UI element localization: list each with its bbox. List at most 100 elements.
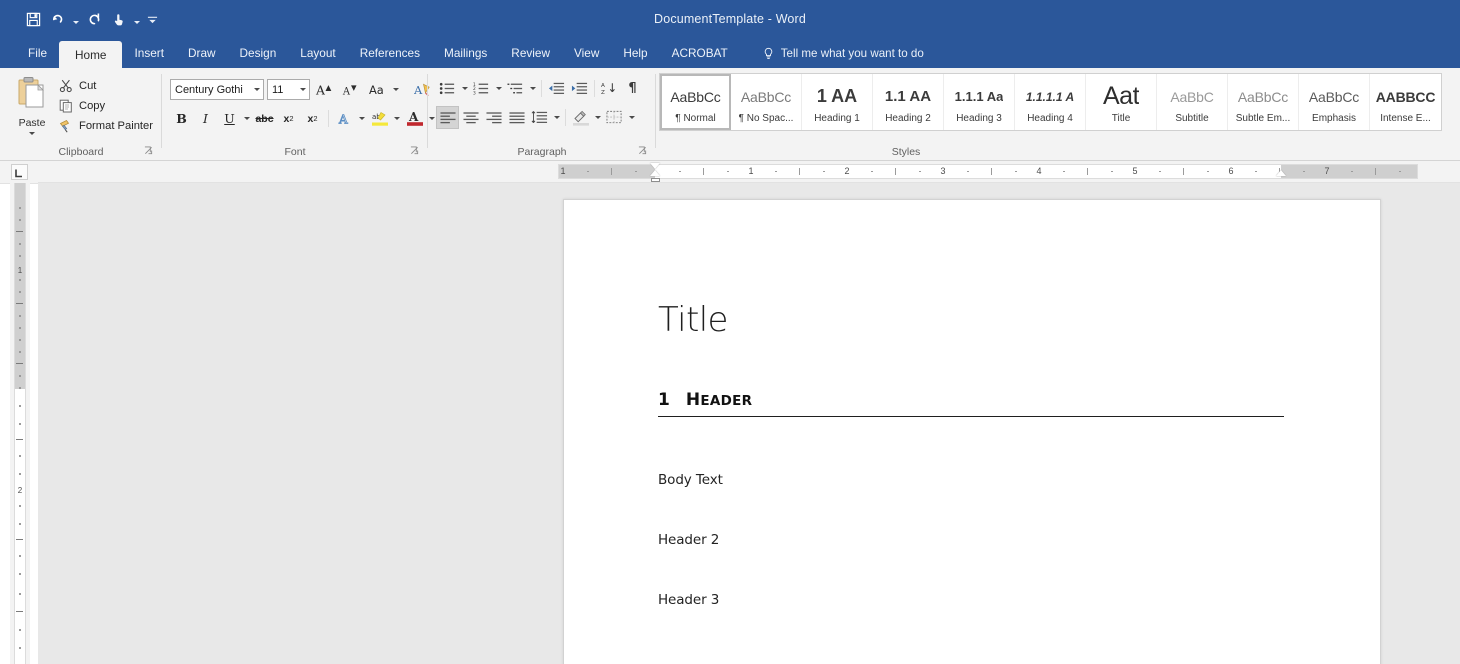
tab-selector[interactable] bbox=[0, 161, 38, 184]
tab-view[interactable]: View bbox=[562, 38, 611, 68]
style-emphasis[interactable]: AaBbCc Emphasis bbox=[1299, 74, 1370, 130]
paste-dropdown-icon[interactable] bbox=[29, 132, 35, 135]
font-size-dropdown-icon[interactable] bbox=[296, 88, 309, 91]
bullets-button[interactable] bbox=[436, 77, 470, 100]
align-center-button[interactable] bbox=[459, 106, 482, 129]
tab-acrobat[interactable]: ACROBAT bbox=[660, 38, 740, 68]
borders-button[interactable] bbox=[603, 106, 637, 129]
multilevel-list-dropdown-icon[interactable] bbox=[527, 77, 538, 100]
numbering-dropdown-icon[interactable] bbox=[493, 77, 504, 100]
document-header-2-text[interactable]: Header 2 bbox=[658, 532, 719, 548]
superscript-button[interactable]: x2 bbox=[301, 107, 324, 130]
style-intense-emphasis[interactable]: AABBCC Intense E... bbox=[1370, 74, 1441, 130]
redo-icon[interactable] bbox=[83, 7, 105, 31]
horizontal-ruler[interactable]: 1 1 2 3 4 5 6 7 bbox=[38, 161, 1460, 183]
multilevel-list-button[interactable] bbox=[504, 77, 538, 100]
decrease-indent-button[interactable] bbox=[545, 77, 568, 100]
tab-help[interactable]: Help bbox=[611, 38, 659, 68]
copy-button[interactable]: Copy bbox=[58, 96, 153, 116]
borders-dropdown-icon[interactable] bbox=[626, 106, 637, 129]
vertical-ruler[interactable]: 1 2 bbox=[10, 183, 30, 664]
style-heading-4[interactable]: 1.1.1.1 A Heading 4 bbox=[1015, 74, 1086, 130]
document-page[interactable]: Title 1 HEADER Body Text Header 2 Header… bbox=[563, 199, 1381, 664]
document-canvas[interactable]: Title 1 HEADER Body Text Header 2 Header… bbox=[38, 183, 1460, 664]
shading-button[interactable] bbox=[569, 106, 603, 129]
document-title-text[interactable]: Title bbox=[658, 300, 728, 340]
styles-gallery[interactable]: AaBbCc ¶ Normal AaBbCc ¶ No Spac... 1 AA… bbox=[659, 73, 1442, 131]
underline-dropdown-icon[interactable] bbox=[241, 107, 252, 130]
align-right-button[interactable] bbox=[482, 106, 505, 129]
style-heading-3[interactable]: 1.1.1 Aa Heading 3 bbox=[944, 74, 1015, 130]
line-spacing-button[interactable] bbox=[528, 106, 562, 129]
tab-design[interactable]: Design bbox=[228, 38, 289, 68]
lightbulb-icon bbox=[762, 47, 775, 60]
tab-file[interactable]: File bbox=[16, 38, 59, 68]
save-icon[interactable] bbox=[22, 7, 44, 31]
style-label: Heading 3 bbox=[956, 112, 1002, 124]
highlight-color-dropdown-icon[interactable] bbox=[391, 107, 402, 130]
show-formatting-marks-button[interactable]: ¶ bbox=[621, 77, 644, 100]
format-painter-button[interactable]: Format Painter bbox=[58, 116, 153, 136]
style-subtitle[interactable]: AaBbC Subtitle bbox=[1157, 74, 1228, 130]
style-normal[interactable]: AaBbCc ¶ Normal bbox=[660, 74, 731, 130]
font-dialog-launcher[interactable] bbox=[409, 146, 420, 157]
tab-home[interactable]: Home bbox=[59, 41, 123, 68]
subscript-button[interactable]: x2 bbox=[277, 107, 300, 130]
style-heading-1[interactable]: 1 AA Heading 1 bbox=[802, 74, 873, 130]
bold-button[interactable]: B bbox=[170, 107, 193, 130]
text-highlight-color-button[interactable]: ab bbox=[368, 107, 402, 130]
tab-layout[interactable]: Layout bbox=[288, 38, 347, 68]
numbering-button[interactable]: 1 2 3 bbox=[470, 77, 504, 100]
tab-insert[interactable]: Insert bbox=[122, 38, 176, 68]
align-left-button[interactable] bbox=[436, 106, 459, 129]
bullets-dropdown-icon[interactable] bbox=[459, 77, 470, 100]
customize-qat-icon[interactable] bbox=[144, 7, 160, 31]
italic-button[interactable]: I bbox=[194, 107, 217, 130]
text-effects-dropdown-icon[interactable] bbox=[356, 107, 367, 130]
font-name-dropdown-icon[interactable] bbox=[250, 88, 263, 91]
justify-button[interactable] bbox=[505, 106, 528, 129]
touch-mode-dropdown-icon[interactable] bbox=[131, 7, 142, 31]
shrink-font-button[interactable]: A ▼ bbox=[339, 78, 362, 101]
tab-draw[interactable]: Draw bbox=[176, 38, 228, 68]
text-effects-glyph: A bbox=[333, 107, 356, 130]
left-indent-marker[interactable] bbox=[650, 178, 660, 182]
change-case-dropdown-icon[interactable] bbox=[390, 78, 401, 101]
svg-text:A: A bbox=[408, 110, 419, 124]
line-spacing-dropdown-icon[interactable] bbox=[551, 106, 562, 129]
sort-button[interactable]: A Z bbox=[598, 77, 621, 100]
style-heading-2[interactable]: 1.1 AA Heading 2 bbox=[873, 74, 944, 130]
document-heading-1[interactable]: 1 HEADER bbox=[658, 390, 1284, 417]
style-title[interactable]: Aat Title bbox=[1086, 74, 1157, 130]
touch-mouse-mode-icon[interactable] bbox=[107, 7, 129, 31]
paragraph-dialog-launcher[interactable] bbox=[637, 146, 648, 157]
tab-references[interactable]: References bbox=[348, 38, 432, 68]
increase-indent-button[interactable] bbox=[568, 77, 591, 100]
paste-icon bbox=[10, 74, 54, 116]
tab-review[interactable]: Review bbox=[499, 38, 562, 68]
cut-button[interactable]: Cut bbox=[58, 76, 153, 96]
borders-icon bbox=[603, 106, 626, 129]
document-header-3-text[interactable]: Header 3 bbox=[658, 592, 719, 608]
style-subtle-emphasis[interactable]: AaBbCc Subtle Em... bbox=[1228, 74, 1299, 130]
font-name-input[interactable]: Century Gothi bbox=[170, 79, 264, 100]
style-no-spacing[interactable]: AaBbCc ¶ No Spac... bbox=[731, 74, 802, 130]
first-line-indent-marker[interactable] bbox=[650, 163, 660, 169]
tell-me-search[interactable]: Tell me what you want to do bbox=[762, 38, 924, 68]
tab-mailings[interactable]: Mailings bbox=[432, 38, 499, 68]
hanging-indent-marker[interactable] bbox=[650, 170, 660, 176]
grow-font-button[interactable]: A ▲ bbox=[313, 78, 336, 101]
right-indent-marker[interactable] bbox=[1276, 170, 1286, 176]
font-size-input[interactable]: 11 bbox=[267, 79, 310, 100]
undo-dropdown-icon[interactable] bbox=[70, 7, 81, 31]
change-case-button[interactable]: Aa bbox=[365, 78, 401, 101]
strikethrough-button[interactable]: abc bbox=[253, 107, 276, 130]
ruler-number: 1 bbox=[748, 166, 754, 176]
undo-icon[interactable] bbox=[46, 7, 68, 31]
underline-button[interactable]: U bbox=[218, 107, 252, 130]
shading-dropdown-icon[interactable] bbox=[592, 106, 603, 129]
paste-button[interactable]: Paste bbox=[10, 74, 54, 135]
text-effects-button[interactable]: A bbox=[333, 107, 367, 130]
clipboard-dialog-launcher[interactable] bbox=[143, 146, 154, 157]
document-body-text[interactable]: Body Text bbox=[658, 472, 723, 488]
